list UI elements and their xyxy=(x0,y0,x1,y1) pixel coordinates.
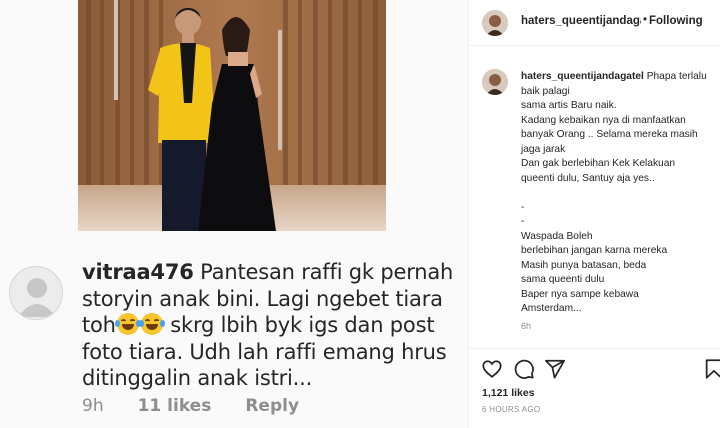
default-avatar-icon xyxy=(18,278,56,317)
comment-text: vitraa476 Pantesan raffi gk pernah story… xyxy=(82,259,462,392)
author-username[interactable]: haters_queentijandaga xyxy=(521,15,641,27)
post-caption: haters_queentijandagatel Phapa terlalu b… xyxy=(521,70,711,317)
post-likes-count[interactable]: 1,121 likes xyxy=(482,387,535,399)
comment-meta: 9h 11 likes Reply xyxy=(82,396,299,416)
caption-line: sama queenti dulu xyxy=(521,274,605,285)
caption-line: - xyxy=(521,216,525,227)
caption-time: 6h xyxy=(521,321,532,331)
commenter-avatar[interactable] xyxy=(9,266,63,320)
commenter-username[interactable]: vitraa476 xyxy=(82,260,194,284)
left-panel: vitraa476 Pantesan raffi gk pernah story… xyxy=(0,0,468,428)
caption-line: sama artis Baru naik. xyxy=(521,100,617,111)
face-with-tears-of-joy-icon xyxy=(138,313,165,335)
bookmark-icon[interactable] xyxy=(703,358,720,380)
post-photo-image xyxy=(78,0,386,231)
comment-bubble-icon[interactable] xyxy=(513,358,535,380)
post-sidebar: haters_queentijandaga • Following haters… xyxy=(468,0,720,428)
caption-line: Baper nya sampe kebawa xyxy=(521,288,639,300)
caption-line xyxy=(521,186,711,201)
heart-icon[interactable] xyxy=(481,358,503,380)
caption-line: - xyxy=(521,201,525,213)
caption-avatar-image xyxy=(482,69,508,95)
caption-line: berlebihan jangan karna mereka xyxy=(521,245,668,256)
comment-reply-button[interactable]: Reply xyxy=(245,396,299,416)
comment-likes-link[interactable]: 11 likes xyxy=(138,396,212,416)
caption-line: Masih punya batasan, beda xyxy=(521,259,647,271)
following-button[interactable]: Following xyxy=(649,15,703,27)
face-with-tears-of-joy-icon xyxy=(114,313,141,335)
separator-dot: • xyxy=(643,14,648,26)
divider xyxy=(469,348,720,349)
caption-author-avatar[interactable] xyxy=(482,69,508,95)
caption-line: Waspada Boleh xyxy=(521,230,593,242)
author-avatar-image xyxy=(482,10,508,36)
post-timestamp: 6 HOURS AGO xyxy=(482,405,541,414)
caption-line: Kadang kebaikan nya di manfaatkan banyak… xyxy=(521,114,701,155)
author-avatar[interactable] xyxy=(482,10,508,36)
caption-username[interactable]: haters_queentijandagatel xyxy=(521,71,644,82)
post-header: haters_queentijandaga • Following xyxy=(469,0,720,46)
comment-time: 9h xyxy=(82,396,104,416)
caption-line: Dan gak berlebihan Kek Kelakuan queenti … xyxy=(521,158,678,184)
paper-plane-icon[interactable] xyxy=(544,358,566,380)
post-photo[interactable] xyxy=(78,0,386,231)
caption-line: Amsterdam... xyxy=(521,303,582,314)
